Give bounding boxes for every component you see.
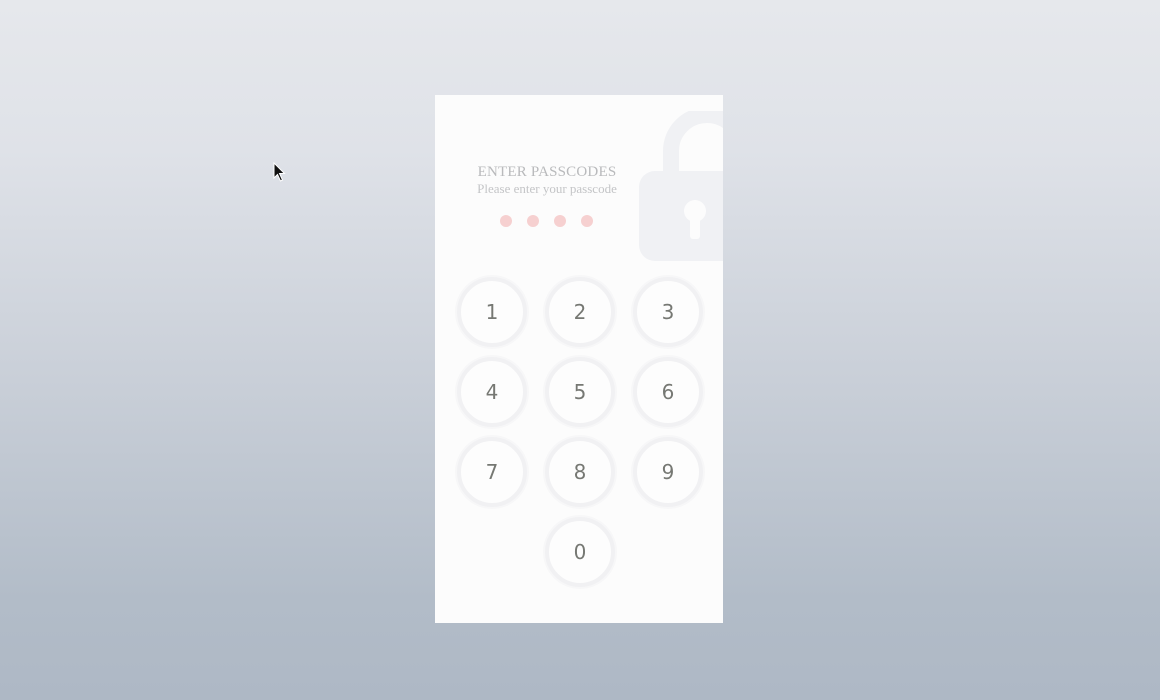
keypad-key-5[interactable]: 5 — [545, 357, 615, 427]
passcode-panel: ENTER PASSCODES Please enter your passco… — [435, 95, 723, 623]
keypad-key-9[interactable]: 9 — [633, 437, 703, 507]
keypad-key-4[interactable]: 4 — [457, 357, 527, 427]
page-title: ENTER PASSCODES — [477, 164, 617, 180]
passcode-dot — [581, 215, 593, 227]
passcode-header: ENTER PASSCODES Please enter your passco… — [435, 163, 659, 197]
passcode-dot — [500, 215, 512, 227]
passcode-dot — [554, 215, 566, 227]
passcode-indicator — [500, 215, 593, 227]
mouse-cursor-icon — [273, 162, 286, 182]
page-subtitle: Please enter your passcode — [477, 181, 617, 196]
keypad-key-3[interactable]: 3 — [633, 277, 703, 347]
keypad-key-6[interactable]: 6 — [633, 357, 703, 427]
keypad-key-8[interactable]: 8 — [545, 437, 615, 507]
keypad-key-2[interactable]: 2 — [545, 277, 615, 347]
keypad-key-1[interactable]: 1 — [457, 277, 527, 347]
keypad-key-7[interactable]: 7 — [457, 437, 527, 507]
passcode-dot — [527, 215, 539, 227]
keypad-key-0[interactable]: 0 — [545, 517, 615, 587]
